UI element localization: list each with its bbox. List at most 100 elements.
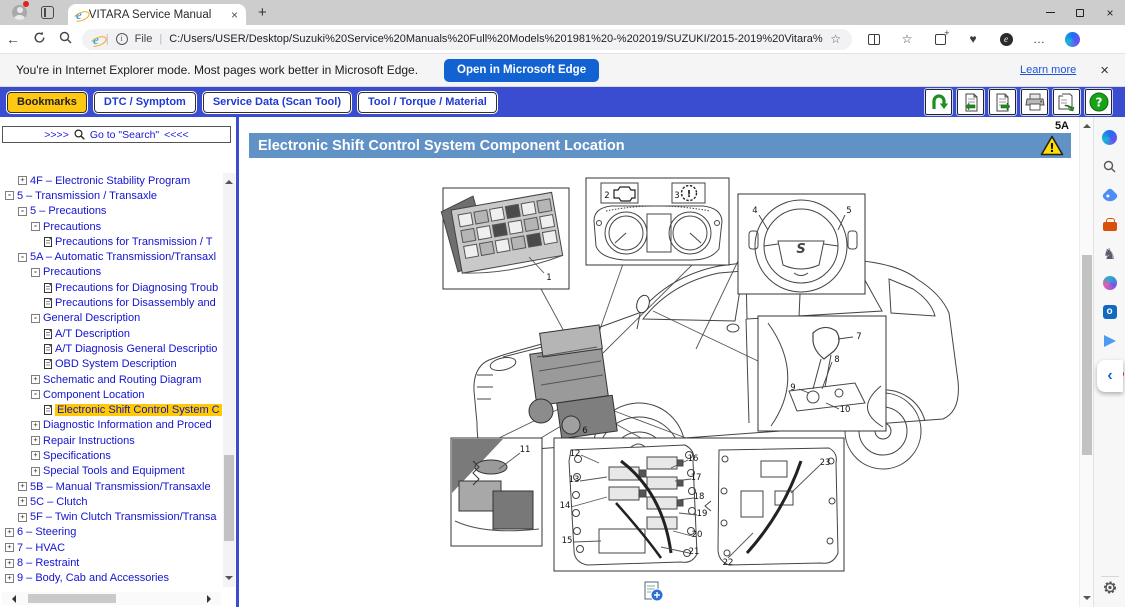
- tree-item[interactable]: Schematic and Routing Diagram: [2, 372, 224, 387]
- tree-item-label[interactable]: 5F – Twin Clutch Transmission/Transa: [30, 511, 216, 523]
- tree-item-label[interactable]: 4F – Electronic Stability Program: [30, 175, 190, 187]
- tree-item[interactable]: Precautions for Disassembly and: [2, 295, 224, 310]
- url-field[interactable]: e | i File | C:/Users/USER/Desktop/Suzuk…: [82, 29, 852, 50]
- document-icon[interactable]: [44, 329, 52, 339]
- tree-item[interactable]: Special Tools and Equipment: [2, 464, 224, 479]
- search-sidebar-icon[interactable]: [1101, 158, 1118, 175]
- go-to-search-box[interactable]: >>>> Go to "Search" <<<<: [2, 126, 231, 143]
- tree-item[interactable]: 6 – Steering: [2, 525, 224, 540]
- tree-item-label[interactable]: Precautions for Disassembly and: [55, 297, 216, 309]
- tree-item[interactable]: Precautions: [2, 265, 224, 280]
- scroll-up-icon[interactable]: [225, 176, 233, 184]
- expand-plus-icon[interactable]: [31, 467, 40, 476]
- scroll-down-icon[interactable]: [225, 576, 233, 584]
- expand-plus-icon[interactable]: [5, 543, 14, 552]
- tree-item-label[interactable]: 5B – Manual Transmission/Transaxle: [30, 481, 211, 493]
- sidebar-collapse-chevron[interactable]: ‹: [1097, 360, 1123, 392]
- browser-essentials-icon[interactable]: ♥: [965, 31, 981, 47]
- tab-close-icon[interactable]: ×: [231, 8, 238, 22]
- url-text[interactable]: C:/Users/USER/Desktop/Suzuki%20Service%2…: [169, 33, 823, 45]
- tree-item-label[interactable]: OBD System Description: [55, 358, 177, 370]
- service-data-button[interactable]: Service Data (Scan Tool): [203, 92, 351, 113]
- tree-item[interactable]: 5A – Automatic Transmission/Transaxl: [2, 249, 224, 264]
- expand-plus-icon[interactable]: [5, 574, 14, 583]
- page-previous-icon[interactable]: [957, 89, 984, 115]
- tree-item[interactable]: Diagnostic Information and Proced: [2, 418, 224, 433]
- tree-item-label[interactable]: 5A – Automatic Transmission/Transaxl: [30, 251, 216, 263]
- home-return-icon[interactable]: [925, 89, 952, 115]
- tool-torque-material-button[interactable]: Tool / Torque / Material: [358, 92, 497, 113]
- collections-icon[interactable]: [932, 31, 948, 47]
- document-icon[interactable]: [44, 344, 52, 354]
- shopping-icon[interactable]: [1101, 187, 1118, 204]
- dtc-symptom-button[interactable]: DTC / Symptom: [94, 92, 196, 113]
- tree-item-label[interactable]: Specifications: [43, 450, 111, 462]
- scrollbar-thumb[interactable]: [1082, 255, 1092, 455]
- tree-item-label[interactable]: Diagnostic Information and Proced: [43, 419, 212, 431]
- tree-item[interactable]: Precautions for Transmission / T: [2, 234, 224, 249]
- split-screen-icon[interactable]: [866, 31, 882, 47]
- page-next-icon[interactable]: [989, 89, 1016, 115]
- collapse-minus-icon[interactable]: [31, 390, 40, 399]
- tree-item-label[interactable]: 9 – Body, Cab and Accessories: [17, 572, 169, 584]
- collapse-minus-icon[interactable]: [31, 268, 40, 277]
- tree-item-label[interactable]: Precautions for Transmission / T: [55, 236, 213, 248]
- drop-icon[interactable]: [1101, 332, 1118, 349]
- tree-item-label[interactable]: Special Tools and Equipment: [43, 465, 185, 477]
- tree-item-label[interactable]: 5 – Precautions: [30, 205, 106, 217]
- tree-item-label[interactable]: 8 – Restraint: [17, 557, 79, 569]
- collapse-minus-icon[interactable]: [18, 207, 27, 216]
- scroll-down-icon[interactable]: [1083, 596, 1091, 604]
- tree-item[interactable]: A/T Description: [2, 326, 224, 341]
- settings-gear-icon[interactable]: [1102, 580, 1117, 600]
- browser-tab[interactable]: e VITARA Service Manual ×: [68, 4, 246, 25]
- tree-item[interactable]: A/T Diagnosis General Descriptio: [2, 341, 224, 356]
- window-close-button[interactable]: ×: [1095, 0, 1125, 25]
- tree-item[interactable]: OBD System Description: [2, 357, 224, 372]
- tree-item-label[interactable]: Precautions for Diagnosing Troub: [55, 282, 218, 294]
- tree-item-label[interactable]: A/T Diagnosis General Descriptio: [55, 343, 217, 355]
- tree-item-label[interactable]: A/T Description: [55, 328, 130, 340]
- tree-item[interactable]: 8 – Restraint: [2, 555, 224, 570]
- document-icon[interactable]: [44, 405, 52, 415]
- expand-plus-icon[interactable]: [18, 497, 27, 506]
- tree-item-label[interactable]: Schematic and Routing Diagram: [43, 374, 201, 386]
- expand-plus-icon[interactable]: [5, 528, 14, 537]
- document-icon[interactable]: [44, 283, 52, 293]
- outlook-icon[interactable]: o: [1101, 303, 1118, 320]
- collapse-minus-icon[interactable]: [31, 222, 40, 231]
- tree-item[interactable]: 5 – Precautions: [2, 204, 224, 219]
- open-in-edge-button[interactable]: Open in Microsoft Edge: [444, 59, 599, 82]
- tree-scrollbar-vertical[interactable]: [223, 173, 235, 587]
- tree-item[interactable]: 5 – Transmission / Transaxle: [2, 188, 224, 203]
- tree-item[interactable]: 4F – Electronic Stability Program: [2, 173, 224, 188]
- tree-item-label[interactable]: Component Location: [43, 389, 145, 401]
- learn-more-link[interactable]: Learn more: [1020, 64, 1076, 76]
- zoom-image-icon[interactable]: [645, 582, 663, 601]
- tree-item[interactable]: Electronic Shift Control System C: [2, 402, 224, 417]
- collapse-minus-icon[interactable]: [31, 314, 40, 323]
- expand-plus-icon[interactable]: [18, 176, 27, 185]
- expand-plus-icon[interactable]: [31, 375, 40, 384]
- scrollbar-thumb[interactable]: [28, 594, 116, 603]
- tree-item[interactable]: 5C – Clutch: [2, 494, 224, 509]
- back-icon[interactable]: ←: [0, 31, 26, 47]
- window-maximize-button[interactable]: [1065, 0, 1095, 25]
- tree-item[interactable]: 7 – HVAC: [2, 540, 224, 555]
- tree-item[interactable]: Specifications: [2, 448, 224, 463]
- toolbox-icon[interactable]: [1101, 216, 1118, 233]
- tree-item[interactable]: 5B – Manual Transmission/Transaxle: [2, 479, 224, 494]
- scroll-up-icon[interactable]: [1083, 120, 1091, 128]
- expand-plus-icon[interactable]: [31, 436, 40, 445]
- scroll-right-icon[interactable]: [207, 595, 215, 603]
- document-icon[interactable]: [44, 237, 52, 247]
- expand-plus-icon[interactable]: [5, 559, 14, 568]
- expand-plus-icon[interactable]: [18, 482, 27, 491]
- bookmarks-button[interactable]: Bookmarks: [7, 92, 87, 113]
- tree-item-label[interactable]: Electronic Shift Control System C: [55, 404, 222, 416]
- tree-item-label[interactable]: Precautions: [43, 266, 101, 278]
- tree-item[interactable]: 5F – Twin Clutch Transmission/Transa: [2, 510, 224, 525]
- expand-plus-icon[interactable]: [31, 421, 40, 430]
- tree-item[interactable]: General Description: [2, 311, 224, 326]
- content-scrollbar-vertical[interactable]: [1079, 117, 1093, 607]
